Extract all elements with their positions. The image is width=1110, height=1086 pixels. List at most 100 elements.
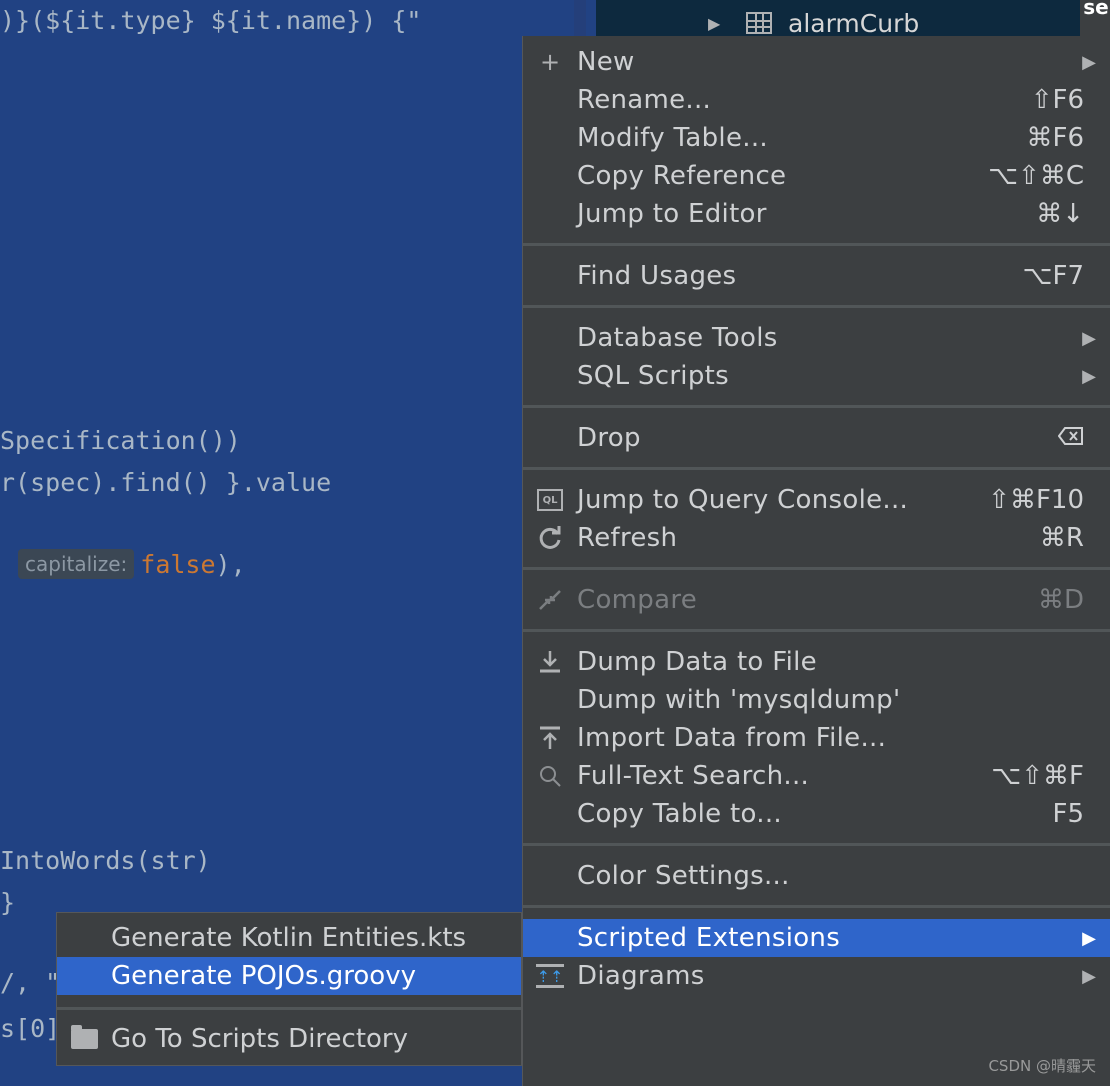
submenu-item-scripts-directory[interactable]: Go To Scripts Directory	[57, 1020, 521, 1058]
code-line-inlay: capitalize: false),	[0, 548, 246, 582]
menu-separator	[523, 905, 1110, 908]
submenu-arrow-icon: ▶	[1082, 51, 1096, 73]
menu-item-label: Diagrams	[577, 961, 705, 991]
shortcut-label: ⌘D	[1037, 585, 1084, 615]
code-line: s[0]	[0, 1014, 61, 1043]
menu-item-label: Compare	[577, 585, 698, 615]
shortcut-label: ⌥F7	[1022, 261, 1084, 291]
menu-item-refresh[interactable]: Refresh ⌘R	[523, 519, 1110, 557]
plus-icon: +	[539, 48, 561, 76]
menu-item-jump-to-query-console[interactable]: QL Jump to Query Console... ⇧⌘F10	[523, 481, 1110, 519]
menu-item-rename[interactable]: Rename... ⇧F6	[523, 81, 1110, 119]
menu-item-label: Database Tools	[577, 323, 778, 353]
code-line: /, "	[0, 968, 61, 997]
menu-item-scripted-extensions[interactable]: Scripted Extensions ▶	[523, 919, 1110, 957]
menu-item-label: Rename...	[577, 85, 712, 115]
menu-item-jump-to-editor[interactable]: Jump to Editor ⌘↓	[523, 195, 1110, 233]
submenu-item-generate-pojos[interactable]: Generate POJOs.groovy	[57, 957, 521, 995]
menu-item-label: Copy Reference	[577, 161, 787, 191]
menu-item-label: Full-Text Search...	[577, 761, 810, 791]
submenu-arrow-icon: ▶	[1082, 965, 1096, 987]
tree-item-label: alarmCurb	[788, 8, 920, 38]
upload-icon	[535, 723, 565, 753]
backspace-icon	[1057, 423, 1084, 453]
submenu-arrow-icon: ▶	[1082, 927, 1096, 949]
menu-item-modify-table[interactable]: Modify Table... ⌘F6	[523, 119, 1110, 157]
submenu-item-label: Generate POJOs.groovy	[111, 961, 416, 991]
shortcut-label: ⌘↓	[1036, 199, 1084, 229]
menu-item-compare: Compare ⌘D	[523, 581, 1110, 619]
folder-shape	[70, 1025, 98, 1049]
menu-item-full-text-search[interactable]: Full-Text Search... ⌥⇧⌘F	[523, 757, 1110, 795]
ql-icon: QL	[537, 489, 563, 511]
menu-item-copy-reference[interactable]: Copy Reference ⌥⇧⌘C	[523, 157, 1110, 195]
code-line: IntoWords(str)	[0, 846, 211, 875]
menu-separator	[523, 629, 1110, 632]
compare-icon	[535, 585, 565, 615]
menu-separator	[523, 305, 1110, 308]
menu-separator	[523, 243, 1110, 246]
diagram-icon: ⇡⇡	[536, 964, 564, 988]
keyword-false: false	[140, 550, 216, 579]
shortcut-label: ⌘F6	[1026, 123, 1085, 153]
menu-item-label: Color Settings...	[577, 861, 790, 891]
menu-item-label: SQL Scripts	[577, 361, 729, 391]
menu-item-label: Find Usages	[577, 261, 737, 291]
menu-item-label: Import Data from File...	[577, 723, 887, 753]
menu-item-label: Dump with 'mysqldump'	[577, 685, 901, 715]
menu-item-label: Dump Data to File	[577, 647, 817, 677]
menu-separator	[523, 405, 1110, 408]
scripted-extensions-submenu: Generate Kotlin Entities.kts Generate PO…	[56, 912, 522, 1066]
menu-separator	[523, 843, 1110, 846]
menu-item-find-usages[interactable]: Find Usages ⌥F7	[523, 257, 1110, 295]
menu-item-label: Jump to Query Console...	[577, 485, 909, 515]
menu-item-diagrams[interactable]: ⇡⇡ Diagrams ▶	[523, 957, 1110, 995]
menu-item-color-settings[interactable]: Color Settings...	[523, 857, 1110, 895]
menu-item-drop[interactable]: Drop	[523, 419, 1110, 457]
shortcut-label: ⌘R	[1039, 523, 1084, 553]
shortcut-label: ⌥⇧⌘C	[988, 161, 1084, 191]
menu-item-dump-data[interactable]: Dump Data to File	[523, 643, 1110, 681]
menu-separator	[523, 467, 1110, 470]
menu-item-label: Jump to Editor	[577, 199, 767, 229]
expand-triangle-icon[interactable]: ▶	[708, 14, 728, 33]
download-icon	[535, 647, 565, 677]
context-menu: + New ▶ Rename... ⇧F6 Modify Table... ⌘F…	[522, 36, 1110, 1086]
menu-item-label: Copy Table to...	[577, 799, 782, 829]
code-line: }	[0, 888, 16, 917]
menu-item-label: Scripted Extensions	[577, 923, 841, 953]
side-tab-database[interactable]: se	[1082, 0, 1110, 28]
table-icon	[746, 12, 772, 34]
submenu-arrow-icon: ▶	[1082, 327, 1096, 349]
menu-separator	[523, 567, 1110, 570]
menu-item-import-data[interactable]: Import Data from File...	[523, 719, 1110, 757]
watermark: CSDN @晴霾天	[988, 1057, 1096, 1075]
inlay-hint: capitalize:	[18, 549, 135, 579]
menu-item-new[interactable]: + New ▶	[523, 43, 1110, 81]
submenu-separator	[57, 1007, 521, 1010]
menu-item-label: Refresh	[577, 523, 678, 553]
menu-item-label: New	[577, 47, 635, 77]
code-line: r(spec).find() }.value	[0, 468, 332, 497]
shortcut-label: ⌥⇧⌘F	[991, 761, 1084, 791]
submenu-arrow-icon: ▶	[1082, 365, 1096, 387]
submenu-item-label: Generate Kotlin Entities.kts	[111, 923, 467, 953]
code-line: Specification())	[0, 426, 241, 455]
shortcut-label: F5	[1052, 799, 1085, 829]
code-suffix: ),	[215, 550, 246, 579]
diagram-icon-wrapper: ⇡⇡	[535, 961, 565, 991]
search-icon	[535, 761, 565, 791]
submenu-item-label: Go To Scripts Directory	[111, 1024, 409, 1054]
menu-item-dump-mysqldump[interactable]: Dump with 'mysqldump'	[523, 681, 1110, 719]
query-console-icon: QL	[535, 485, 565, 515]
code-line: )}(${it.type} ${it.name}) {"	[0, 6, 422, 35]
shortcut-label: ⇧⌘F10	[988, 485, 1084, 515]
menu-item-label: Modify Table...	[577, 123, 768, 153]
menu-item-label: Drop	[577, 423, 641, 453]
shortcut-label: ⇧F6	[1030, 85, 1084, 115]
folder-icon	[69, 1024, 99, 1054]
menu-item-database-tools[interactable]: Database Tools ▶	[523, 319, 1110, 357]
menu-item-sql-scripts[interactable]: SQL Scripts ▶	[523, 357, 1110, 395]
submenu-item-generate-kotlin[interactable]: Generate Kotlin Entities.kts	[57, 919, 521, 957]
menu-item-copy-table[interactable]: Copy Table to... F5	[523, 795, 1110, 833]
